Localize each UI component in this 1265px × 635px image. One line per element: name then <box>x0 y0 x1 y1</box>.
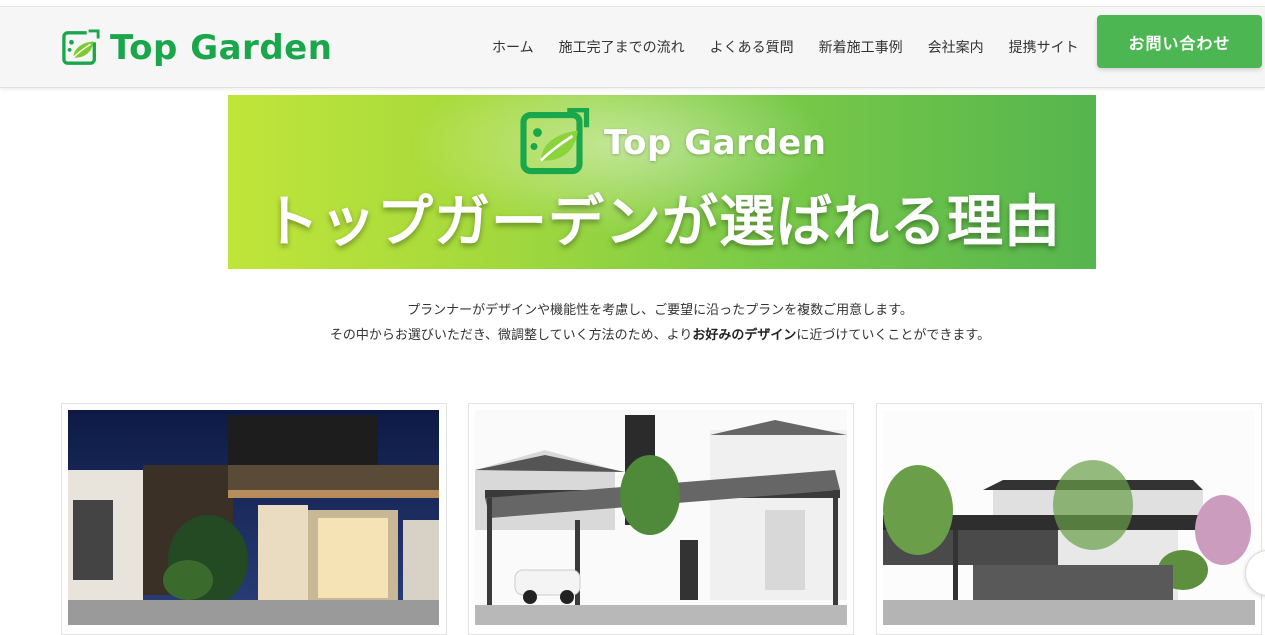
site-header: Top Garden ホーム 施工完了までの流れ よくある質問 新着施工事例 会… <box>0 6 1265 88</box>
site-logo[interactable]: Top Garden <box>62 28 332 68</box>
nav-item-works[interactable]: 新着施工事例 <box>819 37 903 57</box>
case-card[interactable] <box>468 403 854 635</box>
intro-text: プランナーがデザインや機能性を考慮し、ご要望に沿ったプランを複数ご用意します。 … <box>0 298 1265 348</box>
case-card[interactable] <box>61 403 447 635</box>
nav-item-company[interactable]: 会社案内 <box>928 37 984 57</box>
banner-brand-text: Top Garden <box>604 123 827 163</box>
leaf-logo-icon <box>62 29 100 65</box>
banner-headline: トップガーデンが選ばれる理由 <box>263 190 1061 255</box>
intro-line-2-bold: お好みのデザイン <box>692 328 797 343</box>
carport-modern-house-photo <box>475 410 847 625</box>
site-logo-text[interactable]: Top Garden <box>110 31 332 65</box>
nav-item-partners[interactable]: 提携サイト <box>1009 37 1079 57</box>
night-exterior-house-photo <box>68 410 439 625</box>
intro-line-2-after: に近づけていくことができます。 <box>796 328 991 343</box>
main-nav: ホーム 施工完了までの流れ よくある質問 新着施工事例 会社案内 提携サイト <box>492 37 1079 57</box>
banner-logo: Top Garden <box>520 108 826 178</box>
case-card[interactable] <box>876 403 1262 635</box>
nav-item-faq[interactable]: よくある質問 <box>710 37 794 57</box>
intro-line-2: その中からお選びいただき、微調整していく方法のため、よりお好みのデザインに近づけ… <box>0 323 1265 348</box>
intro-line-2-before: その中からお選びいただき、微調整していく方法のため、より <box>329 328 693 343</box>
leaf-logo-icon <box>520 108 590 175</box>
nav-item-home[interactable]: ホーム <box>492 37 534 57</box>
garden-modern-house-photo <box>883 410 1255 625</box>
nav-item-flow[interactable]: 施工完了までの流れ <box>559 37 685 57</box>
contact-button[interactable]: お問い合わせ <box>1097 15 1262 68</box>
hero-banner: Top Garden トップガーデンが選ばれる理由 <box>228 95 1096 269</box>
intro-line-1: プランナーがデザインや機能性を考慮し、ご要望に沿ったプランを複数ご用意します。 <box>407 303 913 318</box>
